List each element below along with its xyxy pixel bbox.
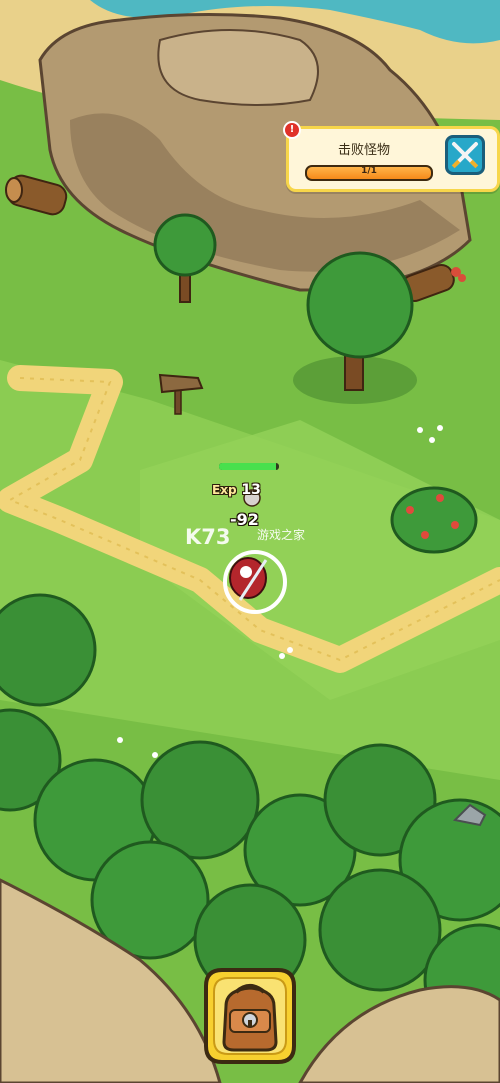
game-stage[interactable]: ! 击败怪物 1/1 Exp 13 -92 K73 游戏之家 xyxy=(0,0,500,1083)
watermark-subtitle: 游戏之家 xyxy=(257,528,306,542)
player-hp-bar xyxy=(219,463,279,470)
quest-progress-bar: 1/1 xyxy=(305,165,433,181)
quest-action-button[interactable] xyxy=(445,135,485,175)
exp-label: Exp xyxy=(212,483,237,497)
backpack-icon xyxy=(204,968,296,1064)
berry-bush xyxy=(390,486,478,554)
watermark-logo: K73 xyxy=(185,525,231,549)
exp-popup: Exp 13 xyxy=(212,482,261,498)
exp-value: 13 xyxy=(241,482,261,498)
monster-body xyxy=(229,557,267,599)
damage-popup: -92 xyxy=(230,510,259,529)
exclamation-icon: ! xyxy=(283,121,301,139)
backpack-button[interactable] xyxy=(196,962,304,1070)
quest-progress-text: 1/1 xyxy=(361,166,377,176)
rock-top xyxy=(157,29,319,106)
crossed-swords-icon xyxy=(451,142,479,169)
quest-panel[interactable]: ! 击败怪物 1/1 xyxy=(283,121,500,192)
quest-title: 击败怪物 xyxy=(337,143,390,158)
player-hp-fill xyxy=(219,463,276,470)
